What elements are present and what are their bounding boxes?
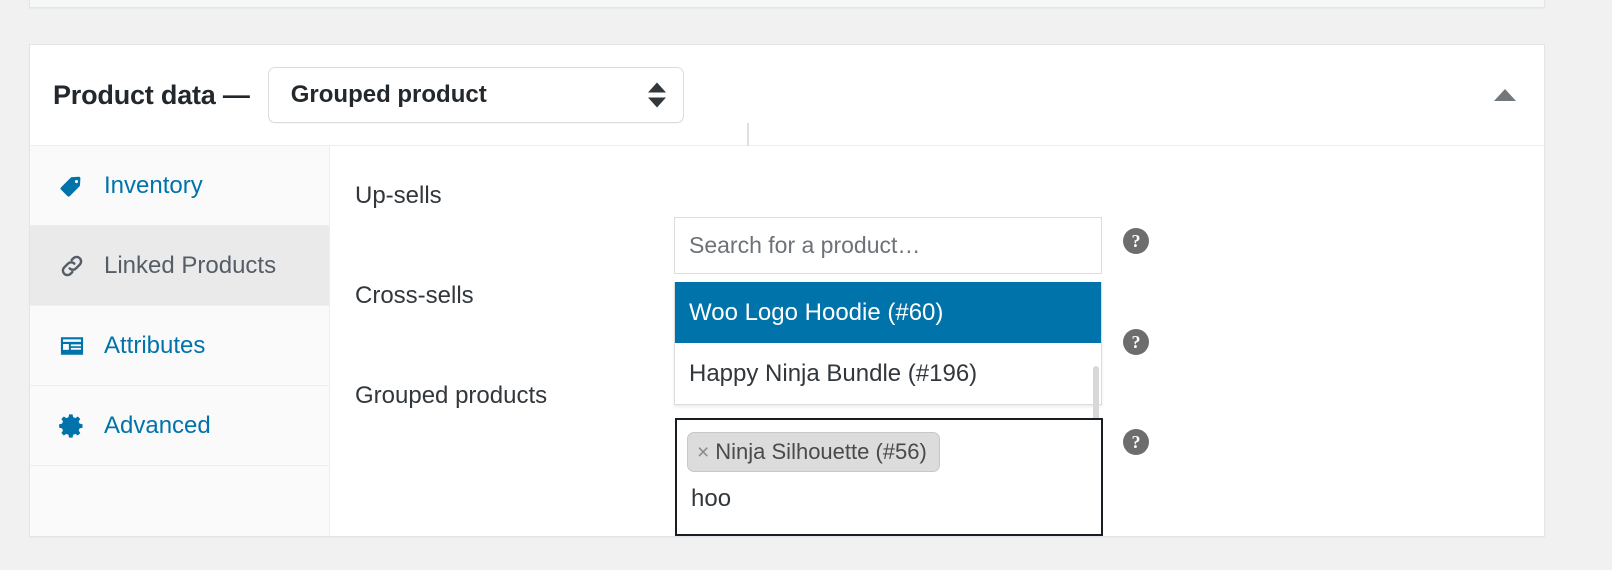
inventory-tag-icon bbox=[56, 170, 88, 202]
question-mark-icon: ? bbox=[1132, 231, 1141, 252]
help-tip-crosssells[interactable]: ? bbox=[1123, 329, 1149, 355]
help-tip-upsells[interactable]: ? bbox=[1123, 228, 1149, 254]
upsells-placeholder: Search for a product… bbox=[689, 232, 920, 259]
search-result-label: Happy Ninja Bundle (#196) bbox=[689, 360, 977, 388]
collapse-panel-button[interactable] bbox=[1488, 78, 1522, 112]
tabs-filler bbox=[30, 466, 329, 536]
search-result-option[interactable]: Happy Ninja Bundle (#196) bbox=[675, 343, 1101, 404]
sidebar-item-inventory[interactable]: Inventory bbox=[30, 146, 329, 226]
question-mark-icon: ? bbox=[1132, 332, 1141, 353]
dropdown-scrollbar[interactable] bbox=[1093, 366, 1099, 426]
search-result-option[interactable]: Woo Logo Hoodie (#60) bbox=[675, 282, 1101, 343]
page-title: Product data — bbox=[53, 80, 250, 111]
metabox-header: Product data — Grouped product bbox=[30, 45, 1544, 146]
triangle-up-icon bbox=[1494, 89, 1516, 101]
product-type-select-wrapper: Grouped product bbox=[268, 67, 684, 123]
sidebar-item-label: Attributes bbox=[104, 332, 205, 360]
attributes-list-icon bbox=[56, 330, 88, 362]
product-search-results-dropdown: Woo Logo Hoodie (#60) Happy Ninja Bundle… bbox=[674, 282, 1102, 405]
selected-product-token[interactable]: × Ninja Silhouette (#56) bbox=[687, 432, 940, 472]
sidebar-item-attributes[interactable]: Attributes bbox=[30, 306, 329, 386]
stepper-arrows-icon bbox=[648, 83, 666, 108]
sidebar-item-label: Linked Products bbox=[104, 252, 276, 280]
product-data-tabs: Inventory Linked Products bbox=[30, 146, 330, 536]
grouped-products-typed-text[interactable]: hoo bbox=[687, 482, 1091, 516]
crosssells-label: Cross-sells bbox=[355, 268, 655, 310]
product-type-value: Grouped product bbox=[291, 81, 487, 109]
search-result-label: Woo Logo Hoodie (#60) bbox=[689, 299, 943, 327]
link-chain-icon bbox=[56, 250, 88, 282]
product-data-metabox: Product data — Grouped product bbox=[29, 44, 1545, 537]
sidebar-item-label: Advanced bbox=[104, 412, 211, 440]
gear-icon bbox=[56, 410, 88, 442]
upsells-label: Up-sells bbox=[355, 168, 655, 210]
product-type-select[interactable]: Grouped product bbox=[268, 67, 684, 123]
grouped-products-multiselect[interactable]: × Ninja Silhouette (#56) hoo bbox=[675, 418, 1103, 536]
sidebar-item-advanced[interactable]: Advanced bbox=[30, 386, 329, 466]
sidebar-item-label: Inventory bbox=[104, 172, 203, 200]
question-mark-icon: ? bbox=[1132, 432, 1141, 453]
token-label: Ninja Silhouette (#56) bbox=[715, 439, 927, 465]
help-tip-grouped-products[interactable]: ? bbox=[1123, 429, 1149, 455]
upsells-search-input[interactable]: Search for a product… bbox=[674, 217, 1102, 274]
previous-panel-sliver bbox=[29, 0, 1545, 8]
close-icon[interactable]: × bbox=[697, 442, 709, 463]
sidebar-item-linked-products[interactable]: Linked Products bbox=[30, 226, 329, 306]
grouped-products-label: Grouped products bbox=[355, 368, 655, 410]
